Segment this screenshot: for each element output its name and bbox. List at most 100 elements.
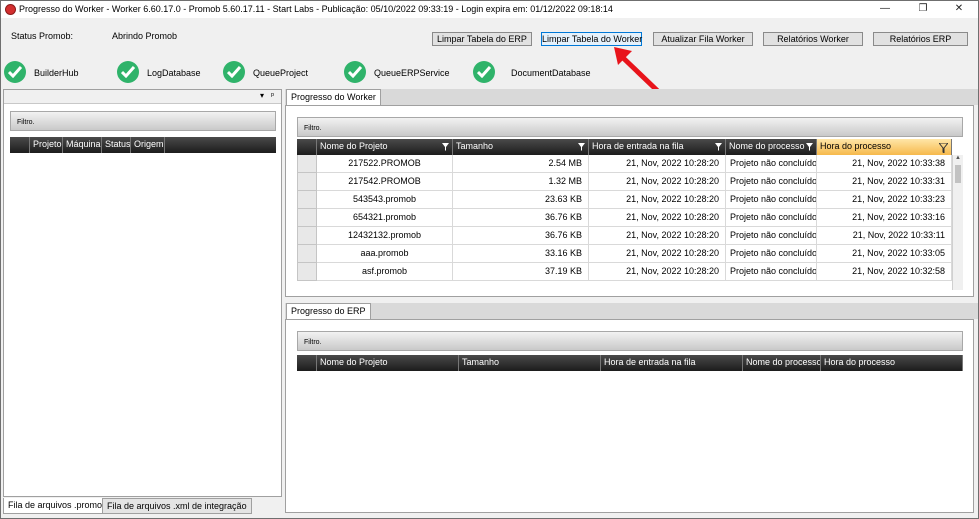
app-logo-icon [5,4,16,15]
worker-grid-header: Nome do Projeto Tamanho Hora de entrada … [297,139,952,155]
row-selector[interactable] [297,263,317,281]
table-row[interactable]: 654321.promob 36.76 KB 21, Nov, 2022 10:28… [297,209,952,227]
row-selector[interactable] [297,173,317,191]
column-header-hora-processo[interactable]: Hora do processo [817,139,952,155]
service-label: QueueERPService [374,68,450,78]
cell-nome-processo: Projeto não concluído [726,263,817,281]
title-bar: Progresso do Worker - Worker 6.60.17.0 -… [1,1,978,18]
cell-tamanho: 33.16 KB [453,245,589,263]
tab-worker-progress[interactable]: Progresso do Worker [286,89,381,105]
cell-tamanho: 2.54 MB [453,155,589,173]
row-selector[interactable] [297,227,317,245]
service-label: QueueProject [253,68,309,78]
cell-nome-projeto: 217542.PROMOB [317,173,453,191]
row-indicator-header [297,139,317,155]
worker-tab-strip [285,89,978,105]
table-row[interactable]: 217522.PROMOB 2.54 MB 21, Nov, 2022 10:28:… [297,155,952,173]
column-header-maquina[interactable]: Máquina [63,137,102,153]
column-header-hora-entrada[interactable]: Hora de entrada na fila [589,139,726,155]
tab-xml-queue[interactable]: Fila de arquivos .xml de integração [102,498,252,514]
erp-reports-button[interactable]: Relatórios ERP [873,32,968,46]
column-header-projeto[interactable]: Projeto [30,137,63,153]
column-header-status[interactable]: Status [102,137,131,153]
column-header-origem[interactable]: Origem [131,137,165,153]
minimize-button[interactable]: — [869,1,901,18]
queue-filter-bar[interactable]: Filtro. [10,111,276,131]
row-indicator-header [297,355,317,371]
erp-progress-panel: Filtro. Nome do Projeto Tamanho Hora de … [285,319,974,513]
cell-nome-projeto: aaa.promob [317,245,453,263]
scrollbar-thumb[interactable] [955,165,961,183]
cell-tamanho: 23.63 KB [453,191,589,209]
column-header-hora-entrada[interactable]: Hora de entrada na fila [601,355,743,371]
erp-tab-strip [285,303,978,319]
cell-tamanho: 37.19 KB [453,263,589,281]
cell-hora-entrada: 21, Nov, 2022 10:28:20 [589,263,726,281]
worker-progress-panel: Filtro. Nome do Projeto Tamanho Hora de … [285,105,974,297]
row-selector[interactable] [297,209,317,227]
window-title: Progresso do Worker - Worker 6.60.17.0 -… [19,4,613,14]
cell-tamanho: 36.76 KB [453,209,589,227]
row-indicator-header [10,137,30,153]
row-selector[interactable] [297,245,317,263]
check-circle-icon [223,61,245,83]
table-row[interactable]: 217542.PROMOB 1.32 MB 21, Nov, 2022 10:28:… [297,173,952,191]
row-selector[interactable] [297,191,317,209]
scroll-up-icon[interactable]: ▲ [953,155,963,161]
cell-nome-processo: Projeto não concluído [726,155,817,173]
maximize-button[interactable]: ❐ [907,1,939,18]
filter-icon[interactable] [939,143,948,153]
tab-promob-queue[interactable]: Fila de arquivos .promob [3,498,113,514]
erp-filter-bar[interactable]: Filtro. [297,331,963,351]
column-header-nome-projeto[interactable]: Nome do Projeto [317,355,459,371]
column-header-hora-processo[interactable]: Hora do processo [821,355,963,371]
worker-filter-bar[interactable]: Filtro. [297,117,963,137]
cell-nome-projeto: asf.promob [317,263,453,281]
tab-erp-progress[interactable]: Progresso do ERP [286,303,371,319]
clear-erp-table-button[interactable]: Limpar Tabela do ERP [432,32,532,46]
row-selector[interactable] [297,155,317,173]
cell-tamanho: 1.32 MB [453,173,589,191]
column-header-nome-processo[interactable]: Nome do processo [726,139,817,155]
column-header-tamanho[interactable]: Tamanho [453,139,589,155]
column-header-tamanho[interactable]: Tamanho [459,355,601,371]
cell-nome-processo: Projeto não concluído [726,191,817,209]
table-row[interactable]: 12432132.promob 36.76 KB 21, Nov, 2022 10:… [297,227,952,245]
status-promob-value: Abrindo Promob [112,31,178,41]
column-header-label: Nome do Projeto [320,141,388,151]
cell-nome-processo: Projeto não concluído [726,173,817,191]
cell-hora-processo: 21, Nov, 2022 10:33:38 [817,155,952,173]
column-header-nome-processo[interactable]: Nome do processo [743,355,821,371]
column-header-label: Nome do processo [729,141,805,151]
cell-nome-processo: Projeto não concluído [726,209,817,227]
cell-hora-entrada: 21, Nov, 2022 10:28:20 [589,173,726,191]
cell-hora-entrada: 21, Nov, 2022 10:28:20 [589,209,726,227]
chevron-down-icon[interactable]: ▾ [260,91,264,100]
close-button[interactable]: ✕ [943,1,975,18]
cell-hora-entrada: 21, Nov, 2022 10:28:20 [589,245,726,263]
filter-icon[interactable] [715,143,722,151]
cell-nome-projeto: 654321.promob [317,209,453,227]
pin-icon[interactable]: ᵖ [271,91,274,100]
filter-icon[interactable] [578,143,585,151]
filter-icon[interactable] [442,143,449,151]
service-label: BuilderHub [34,68,79,78]
table-row[interactable]: aaa.promob 33.16 KB 21, Nov, 2022 10:28:20… [297,245,952,263]
cell-hora-processo: 21, Nov, 2022 10:33:16 [817,209,952,227]
worker-reports-button[interactable]: Relatórios Worker [763,32,863,46]
queue-panel-header: ▾ ᵖ [4,90,281,104]
table-row[interactable]: 543543.promob 23.63 KB 21, Nov, 2022 10:28… [297,191,952,209]
cell-hora-processo: 21, Nov, 2022 10:32:58 [817,263,952,281]
cell-hora-entrada: 21, Nov, 2022 10:28:20 [589,191,726,209]
cell-hora-entrada: 21, Nov, 2022 10:28:20 [589,155,726,173]
table-row[interactable]: asf.promob 37.19 KB 21, Nov, 2022 10:28:20… [297,263,952,281]
worker-grid-scrollbar[interactable]: ▲ [952,155,963,290]
filter-icon[interactable] [806,143,813,151]
cell-nome-projeto: 12432132.promob [317,227,453,245]
cell-nome-projeto: 217522.PROMOB [317,155,453,173]
app-window: Progresso do Worker - Worker 6.60.17.0 -… [0,0,979,519]
erp-grid-header: Nome do Projeto Tamanho Hora de entrada … [297,355,963,371]
check-circle-icon [473,61,495,83]
column-header-nome-projeto[interactable]: Nome do Projeto [317,139,453,155]
service-label: DocumentDatabase [511,68,591,78]
